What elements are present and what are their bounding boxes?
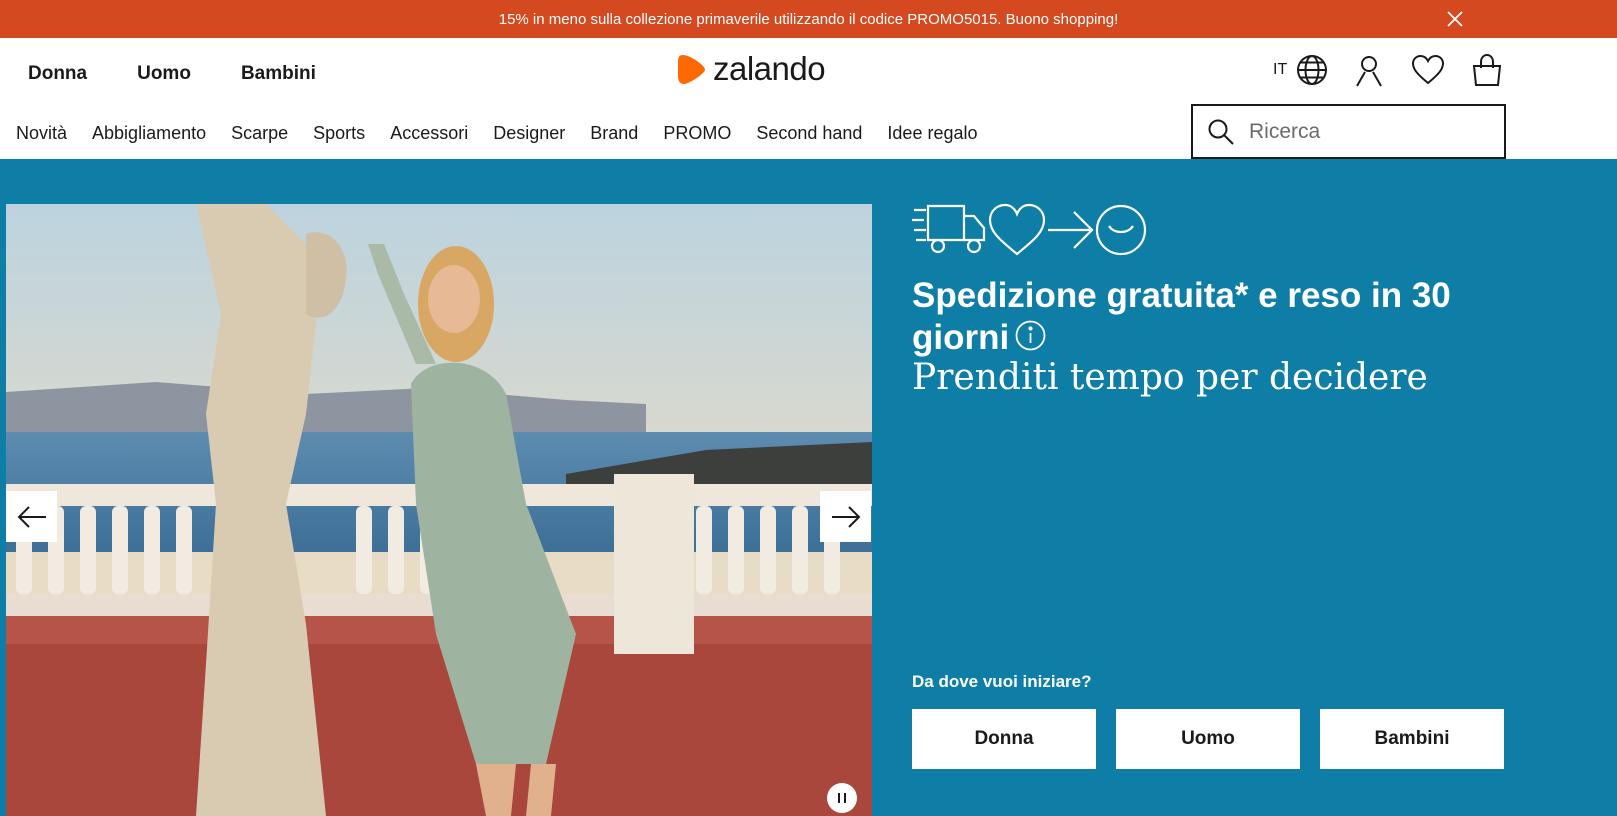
category-second-hand[interactable]: Second hand: [756, 123, 862, 144]
category-scarpe[interactable]: Scarpe: [231, 123, 288, 144]
user-icon[interactable]: [1352, 53, 1386, 87]
truck-icon: [912, 204, 986, 254]
arrow-right-icon: [831, 505, 860, 528]
start-donna-button[interactable]: Donna: [912, 709, 1096, 769]
promo-text: 15% in meno sulla collezione primaverile…: [498, 10, 1119, 28]
gender-nav-uomo[interactable]: Uomo: [137, 63, 191, 85]
pause-icon: [838, 793, 846, 803]
start-buttons: Donna Uomo Bambini: [912, 709, 1524, 769]
carousel-next-button[interactable]: [820, 491, 871, 542]
category-novita[interactable]: Novità: [16, 123, 67, 144]
carousel-pause-button[interactable]: [827, 783, 857, 813]
heart-icon[interactable]: [1411, 53, 1445, 87]
hero-image: [6, 204, 872, 816]
info-icon[interactable]: [1015, 319, 1046, 351]
heart-icon: [988, 203, 1046, 256]
search-box[interactable]: [1191, 104, 1506, 159]
gender-nav-donna[interactable]: Donna: [28, 63, 87, 85]
logo-text: zalando: [713, 50, 826, 87]
start-uomo-button[interactable]: Uomo: [1116, 709, 1300, 769]
hero-subtitle: Prenditi tempo per decidere: [912, 357, 1428, 398]
category-nav: Novità Abbigliamento Scarpe Sports Acces…: [16, 123, 1003, 144]
usp-icons: [912, 203, 1147, 256]
close-icon[interactable]: [1445, 9, 1465, 29]
gender-nav: Donna Uomo Bambini: [28, 63, 366, 85]
smile-icon: [1095, 204, 1147, 256]
category-brand[interactable]: Brand: [590, 123, 638, 144]
category-sports[interactable]: Sports: [313, 123, 365, 144]
zalando-logo[interactable]: zalando: [677, 50, 826, 87]
bag-icon[interactable]: [1470, 53, 1504, 87]
hero-section: Spedizione gratuita* e reso in 30 giorni…: [0, 159, 1617, 816]
globe-icon[interactable]: [1295, 53, 1329, 87]
header-actions: IT: [1273, 53, 1504, 87]
category-idee-regalo[interactable]: Idee regalo: [887, 123, 977, 144]
start-bambini-button[interactable]: Bambini: [1320, 709, 1504, 769]
promo-banner: 15% in meno sulla collezione primaverile…: [0, 0, 1617, 38]
arrow-left-icon: [17, 505, 46, 528]
category-promo[interactable]: PROMO: [663, 123, 731, 144]
gender-nav-bambini[interactable]: Bambini: [241, 63, 316, 85]
language-code[interactable]: IT: [1273, 61, 1287, 79]
zalando-logo-mark: [678, 54, 706, 84]
arrow-right-icon: [1048, 211, 1094, 249]
start-question: Da dove vuoi iniziare?: [912, 672, 1092, 691]
carousel-prev-button[interactable]: [6, 491, 57, 542]
search-input[interactable]: [1249, 119, 1499, 144]
category-accessori[interactable]: Accessori: [390, 123, 468, 144]
category-designer[interactable]: Designer: [493, 123, 565, 144]
hero-title: Spedizione gratuita* e reso in 30 giorni: [912, 276, 1451, 357]
category-abbigliamento[interactable]: Abbigliamento: [92, 123, 206, 144]
search-icon: [1208, 119, 1234, 145]
